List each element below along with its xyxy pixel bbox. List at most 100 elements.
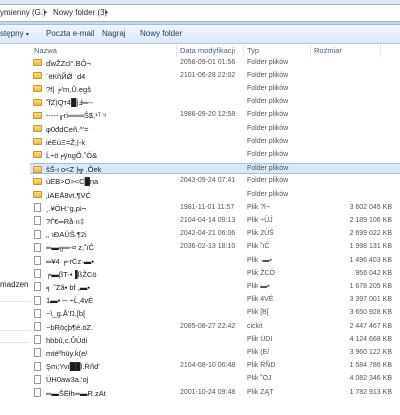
file-name: ~bRöçþ¶é.öZ. — [46, 322, 94, 332]
file-name: ďwŽZcl°.ВÔ¬ — [46, 58, 91, 68]
file-list-row[interactable]: ‚, ıÐAÙŠ.¶2i 2042-04-21 06:06 Plik 2ÙŠ 2 69… — [30, 229, 400, 240]
file-list-row[interactable]: Şm;Yvı██ĭ.Ŕñd' 2104-08-10 06:48 Plik ŔÑD 1 … — [30, 361, 400, 372]
file-name: ═¥4 ╒-rĆz·▬▪ — [46, 256, 94, 266]
file-list-row[interactable]: ~\_g.Å'Ŋ,[b[Plik [B[3 650 928 KB — [30, 308, 400, 319]
file-icon — [34, 295, 41, 305]
date-modified: 2001-10-24 09:48 — [180, 388, 236, 396]
file-list-row[interactable]: φ0đdCeñ.^'= Folder plików — [30, 123, 400, 134]
nav-item-label[interactable]: madzen — [0, 280, 28, 289]
file-type: Plik 4VÉ — [247, 296, 274, 304]
folder-icon — [33, 125, 42, 132]
file-list-row[interactable]: hbbû,c.ŮÙdi Plik ÙDI 4 124 668 KB — [30, 334, 400, 345]
file-type: Plik ÙDI — [247, 335, 273, 343]
file-list-row[interactable]: ═▬ŠЁłh═▬R.zAt 2001-10-24 09:48 Plik ZĄT 1 7… — [30, 387, 400, 398]
file-name: -----╓ri═══Ŝ$,¹ᵀʿᵘ — [46, 111, 107, 121]
file-list-row[interactable]: ~bRöçþ¶é.öZ. 2085-08-27 22:42 cickit 2 447 … — [30, 321, 400, 332]
organize-label: stępny — [0, 29, 24, 38]
file-size: 1 496 403 KB — [349, 256, 392, 264]
file-list-row[interactable]: ¸.¥ÖH:'g,pi¬ 1981-11-01 11:57 Plik ?l¬ 3 60… — [30, 202, 400, 213]
file-icon — [34, 308, 41, 318]
file-list-row[interactable]: ÜH0aw3a.'oj Plik ˚OJ 4 082 346 KB — [30, 374, 400, 385]
column-header-name[interactable]: Nazwa — [34, 46, 57, 55]
file-list-row[interactable]: ùEB>O><C█na 2043-09-24 07:41 Folder plików — [30, 176, 400, 187]
burn-button[interactable]: Nagraj — [102, 29, 126, 38]
folder-icon — [33, 98, 42, 106]
file-icon — [34, 388, 41, 397]
file-list-row[interactable]: ╕ ˜Zã▪ bf ,▬▪ Plik ▬▪ 1 678 205 KB — [30, 281, 400, 292]
folder-icon — [33, 151, 42, 159]
file-list-row[interactable]: ˚f̈Z)Qт4█|Ⅎ═-- Folder plików — [30, 97, 400, 108]
file-name: ╒▬βT-▪▐ßŽCö — [46, 269, 97, 279]
file-type: Plik (E/ — [247, 348, 270, 356]
file-list-row[interactable]: šŠ-ι ο<Z |╦ .Ôek Folder plików — [30, 162, 400, 174]
file-type: Plik ŔÑD — [247, 362, 276, 370]
file-name: ╕ ˜Zã▪ bf ,▬▪ — [46, 282, 90, 292]
file-icon — [34, 361, 41, 371]
email-button[interactable]: Poczta e-mail — [46, 29, 94, 38]
organize-button[interactable]: stępny ▾ — [0, 29, 29, 38]
date-modified: 1981-11-01 11:57 — [180, 203, 235, 211]
file-list-row[interactable]: ═¥4 ╒-rĆz·▬▪ Plik ·▬▪ 1 496 403 KB — [30, 255, 400, 266]
file-name: ùEB>O><C█na — [46, 177, 99, 187]
date-modified: 2043-09-24 07:41 — [180, 177, 236, 185]
new-folder-button[interactable]: Nowy folder — [140, 29, 182, 38]
folder-icon — [33, 165, 42, 173]
file-list-row[interactable]: ?Ѓ€═Rå·ıı‡ 2104-04-14 09:13 Plik ÷ÛĴ 2 189 … — [30, 215, 400, 226]
address-bar-area: ymienny (G:) ▸ Nowy folder (3) ▸ — [0, 0, 400, 25]
file-type: Folder plików — [247, 84, 289, 92]
file-type: cickit — [247, 322, 263, 330]
file-list-row[interactable]: ďwŽZcl°.ВÔ¬ 2058-09-01 01:56 Folder plików — [30, 57, 400, 68]
date-modified: 2042-04-21 06:06 — [180, 230, 236, 238]
file-list-row[interactable]: iéEúΞ=Ž,|-k Folder plików — [30, 136, 400, 147]
file-type: Plik ▬▪ — [247, 282, 270, 290]
column-divider[interactable] — [176, 44, 177, 57]
column-divider[interactable] — [243, 44, 244, 57]
file-name: hbbû,c.ŮÙdi — [46, 335, 88, 345]
file-name: 1▬▪ ─ ÷Ĺ,4vÉ — [46, 296, 94, 306]
file-list-row[interactable]: mtéºhüy.ḱ(e/Plik (E/3 960 122 KB — [30, 347, 400, 358]
file-list-row[interactable]: ═▬╦═-¤ z,˚ïĈ 2036-02-13 18:10 Plik ˚ïĈ 1 99… — [30, 242, 400, 253]
file-size: 1 998 131 KB — [349, 243, 392, 251]
file-name: ÜH0aw3a.'oj — [46, 375, 89, 385]
file-name: ═▬ŠЁłh═▬R.zAt — [46, 388, 106, 398]
nav-divider — [0, 342, 30, 343]
file-name: ?Ѓ€═Rå·ıı‡ — [46, 216, 85, 226]
file-size: 956 042 KB — [355, 269, 392, 277]
folder-icon — [33, 59, 42, 66]
file-type: Plik ZĄT — [247, 388, 274, 396]
folder-icon — [33, 111, 42, 119]
date-modified: 1986-09-20 12:58 — [180, 111, 236, 119]
command-bar: stępny ▾ Poczta e-mail Nagraj Nowy folde… — [0, 25, 400, 44]
column-header-date[interactable]: Data modyfikacji — [180, 46, 235, 55]
nav-divider — [0, 301, 30, 302]
chevron-right-icon[interactable]: ▸ — [105, 8, 109, 16]
file-type: Folder plików — [247, 124, 289, 132]
chevron-right-icon[interactable]: ▸ — [44, 8, 48, 16]
file-list-row[interactable]: ?f| ╒'m,Ũ.egš Folder plików — [30, 83, 400, 94]
file-type: Folder plików — [247, 71, 289, 79]
file-type: Plik [B[ — [247, 309, 269, 317]
column-header-type[interactable]: Typ — [247, 46, 259, 55]
file-list-row[interactable]: ¨ёКñЙǾ ˈd4 2101-06-28 22:02 Folder plików — [30, 70, 400, 81]
file-name: ?f| ╒'m,Ũ.egš — [46, 84, 91, 94]
file-size: 3 602 045 KB — [349, 203, 392, 211]
column-divider[interactable] — [380, 44, 381, 57]
file-list-row[interactable]: ‚iAEĀ8vt.¶VĆ Folder plików — [30, 189, 400, 200]
file-list: ďwŽZcl°.ВÔ¬ 2058-09-01 01:56 Folder plików… — [30, 57, 400, 415]
file-icon — [34, 335, 41, 345]
column-header-size[interactable]: Rozmiar — [314, 46, 342, 55]
file-list-row[interactable]: 1▬▪ ─ ÷Ĺ,4vÉ Plik 4VÉ 3 397 001 KB — [30, 295, 400, 306]
file-icon — [34, 256, 41, 265]
folder-icon — [33, 177, 42, 185]
breadcrumb-drive[interactable]: ymienny (G:) — [0, 8, 46, 17]
file-list-row[interactable]: -----╓ri═══Ŝ$,¹ᵀʿᵘ 1986-09-20 12:58 Folder… — [30, 110, 400, 121]
column-divider[interactable] — [310, 44, 311, 57]
file-name: mtéºhüy.ḱ(e/ — [46, 348, 88, 358]
file-size: 1 678 205 KB — [349, 282, 392, 290]
address-bar[interactable]: ymienny (G:) ▸ Nowy folder (3) ▸ — [0, 4, 400, 22]
breadcrumb-folder[interactable]: Nowy folder (3) — [53, 8, 107, 17]
navigation-pane[interactable]: madzen — [0, 44, 30, 415]
file-list-row[interactable]: Ĺ÷ö╒ÿngÔ.˚Ó& Folder plików — [30, 149, 400, 160]
file-list-row[interactable]: ╒▬βT-▪▐ßŽCö Plik ŽCÖ 956 042 KB — [30, 268, 400, 279]
folder-icon — [33, 138, 42, 146]
